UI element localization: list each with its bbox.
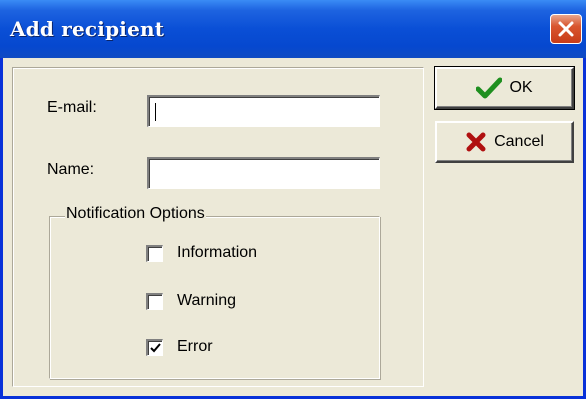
x-icon <box>465 131 487 153</box>
error-option[interactable]: Error <box>146 337 213 357</box>
information-checkbox[interactable] <box>146 244 163 262</box>
email-field[interactable] <box>147 95 380 127</box>
checkmark-icon <box>150 342 161 352</box>
title-bar[interactable]: Add recipient <box>0 0 586 58</box>
checkmark-icon <box>475 77 503 99</box>
email-label: E-mail: <box>47 99 97 116</box>
error-label[interactable]: Error <box>177 338 213 356</box>
ok-label: OK <box>509 79 533 96</box>
window-title: Add recipient <box>10 17 165 41</box>
cancel-button[interactable]: Cancel <box>435 121 574 163</box>
warning-checkbox[interactable] <box>146 292 163 310</box>
warning-option[interactable]: Warning <box>146 291 236 311</box>
name-field[interactable] <box>147 157 380 189</box>
name-label: Name: <box>47 161 95 178</box>
text-caret <box>155 103 156 121</box>
ok-button[interactable]: OK <box>434 66 575 110</box>
dialog-body: E-mail: Name: Notification Options Infor… <box>3 58 583 396</box>
information-option[interactable]: Information <box>146 243 257 263</box>
cancel-label: Cancel <box>494 133 544 150</box>
close-icon <box>557 20 575 38</box>
close-button[interactable] <box>550 14 582 44</box>
add-recipient-dialog: Add recipient E-mail: Name: Notification… <box>0 0 586 399</box>
recipient-panel: E-mail: Name: Notification Options Infor… <box>12 67 424 387</box>
notification-options-legend: Notification Options <box>65 205 206 223</box>
information-label[interactable]: Information <box>177 244 257 262</box>
warning-label[interactable]: Warning <box>177 292 236 310</box>
error-checkbox[interactable] <box>146 338 163 356</box>
